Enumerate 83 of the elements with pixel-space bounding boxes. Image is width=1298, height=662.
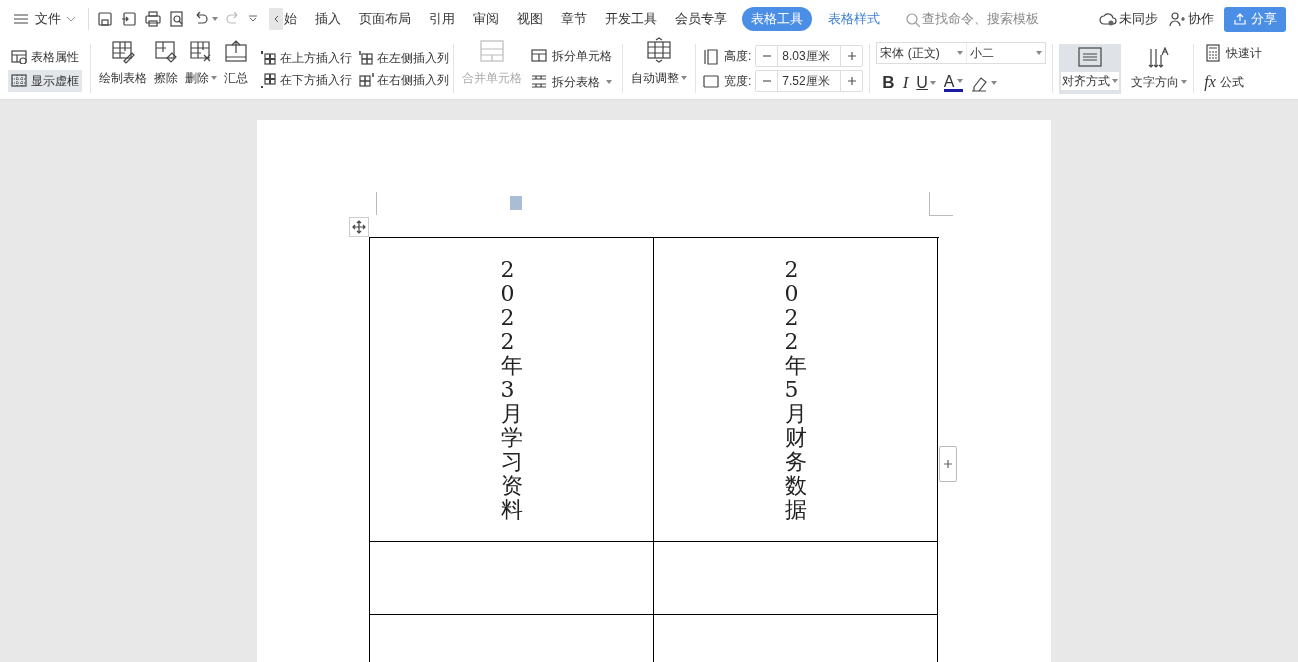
- ribbon-button[interactable]: 拆分单元格: [530, 46, 612, 65]
- split-table-icon: [530, 73, 548, 90]
- auto-fit-icon: [646, 37, 672, 63]
- search-icon: [904, 11, 920, 27]
- collaborate-button[interactable]: 协作: [1168, 9, 1214, 29]
- formula-button[interactable]: fx 公式: [1204, 69, 1263, 94]
- caret-icon: [957, 50, 964, 55]
- ribbon-button[interactable]: 在上方插入行: [261, 48, 352, 67]
- underline-button[interactable]: U: [916, 70, 936, 95]
- split-cell-icon: [530, 47, 548, 64]
- caret-icon: [248, 15, 258, 23]
- file-menu-button[interactable]: 文件: [12, 9, 84, 29]
- color-button[interactable]: A: [943, 73, 963, 92]
- grid-icon: [11, 73, 27, 88]
- text-direction-icon: [1148, 46, 1171, 69]
- caret-icon: [1036, 50, 1043, 55]
- person-add-icon: [1168, 10, 1186, 28]
- calculator-icon: [1204, 43, 1223, 62]
- table-cell-text: 2022年3月学习资料: [500, 258, 523, 522]
- ribbon-tab[interactable]: 插入: [306, 9, 350, 29]
- auto-fit-button[interactable]: 自动调整: [631, 37, 687, 87]
- align-icon: [1077, 45, 1104, 68]
- cloud-icon: [1099, 10, 1117, 28]
- caret-icon: [990, 80, 997, 85]
- ribbon-tab[interactable]: 章节: [552, 9, 596, 29]
- insert-row-above-icon: [261, 49, 277, 66]
- caret-icon: [211, 76, 217, 80]
- insert-row-below-icon: [261, 71, 277, 88]
- ribbon-toggle[interactable]: 显示虚框: [8, 69, 82, 92]
- ribbon-tab[interactable]: 会员专享: [666, 9, 736, 29]
- ribbon-tab[interactable]: 始: [283, 9, 306, 29]
- caret-icon: [1181, 79, 1188, 84]
- ribbon-tab[interactable]: 页面布局: [350, 9, 420, 29]
- pencil-grid-icon: [110, 39, 136, 65]
- ribbon-tab[interactable]: 审阅: [464, 9, 508, 29]
- ribbon-button[interactable]: 拆分表格: [530, 72, 612, 91]
- move-icon: [352, 220, 366, 234]
- align-button[interactable]: 对齐方式: [1059, 43, 1122, 94]
- search-field[interactable]: 查找命令、搜索模板: [904, 9, 1052, 29]
- table-properties-icon: [11, 49, 27, 64]
- ribbon-button[interactable]: 在下方插入行: [261, 70, 352, 89]
- ribbon-button[interactable]: 擦除: [153, 39, 179, 87]
- ribbon-button[interactable]: 删除: [185, 39, 217, 87]
- ribbon-button[interactable]: 在右侧插入列: [358, 70, 449, 89]
- plus-icon: [943, 459, 953, 469]
- quick-calc-button[interactable]: 快速计: [1204, 43, 1263, 62]
- ribbon-button[interactable]: 汇总: [223, 39, 249, 87]
- font-size-dropdown[interactable]: 小二: [967, 42, 1046, 63]
- sync-status-button[interactable]: 未同步: [1099, 9, 1158, 29]
- print-icon: [144, 10, 162, 28]
- table-cell-text: 2022年5月财务数据: [784, 258, 807, 522]
- height-icon: [702, 47, 720, 65]
- ribbon-button[interactable]: 在左侧插入列: [358, 48, 449, 67]
- field-label: 宽度:: [724, 73, 752, 90]
- ribbon-toggle[interactable]: 表格属性: [8, 45, 82, 68]
- caret-icon: [1112, 78, 1119, 83]
- merge-cells-icon: [479, 39, 505, 63]
- caret-icon: [681, 76, 687, 80]
- caret-icon: [956, 79, 963, 83]
- italic-button[interactable]: I: [902, 69, 909, 96]
- print-preview-icon: [168, 10, 186, 28]
- ribbon-tab[interactable]: 引用: [420, 9, 464, 29]
- ribbon-tab[interactable]: 视图: [508, 9, 552, 29]
- chevron-down-icon: [66, 16, 76, 22]
- ribbon-button[interactable]: 绘制表格: [99, 39, 147, 87]
- chevron-left-icon: [273, 15, 279, 23]
- bold-button[interactable]: B: [882, 69, 895, 96]
- ribbon-tab[interactable]: 开发工具: [596, 9, 666, 29]
- share-icon: [1233, 12, 1247, 26]
- eraser-grid-icon: [153, 39, 179, 65]
- insert-column-right-icon: [358, 71, 374, 88]
- caret-icon: [212, 17, 218, 21]
- export-icon: [120, 10, 138, 28]
- caret-icon: [929, 80, 936, 85]
- ribbon-tab[interactable]: 表格样式: [818, 9, 890, 29]
- font-family-dropdown[interactable]: 宋体 (正文): [877, 42, 968, 63]
- caret-icon: [606, 79, 612, 84]
- save-icon: [96, 10, 114, 28]
- width-icon: [702, 72, 720, 90]
- table-move-handle[interactable]: [349, 217, 369, 237]
- insert-column-left-icon: [358, 49, 374, 66]
- text-direction-button[interactable]: 文字方向: [1131, 46, 1188, 91]
- field-label: 高度:: [724, 48, 752, 65]
